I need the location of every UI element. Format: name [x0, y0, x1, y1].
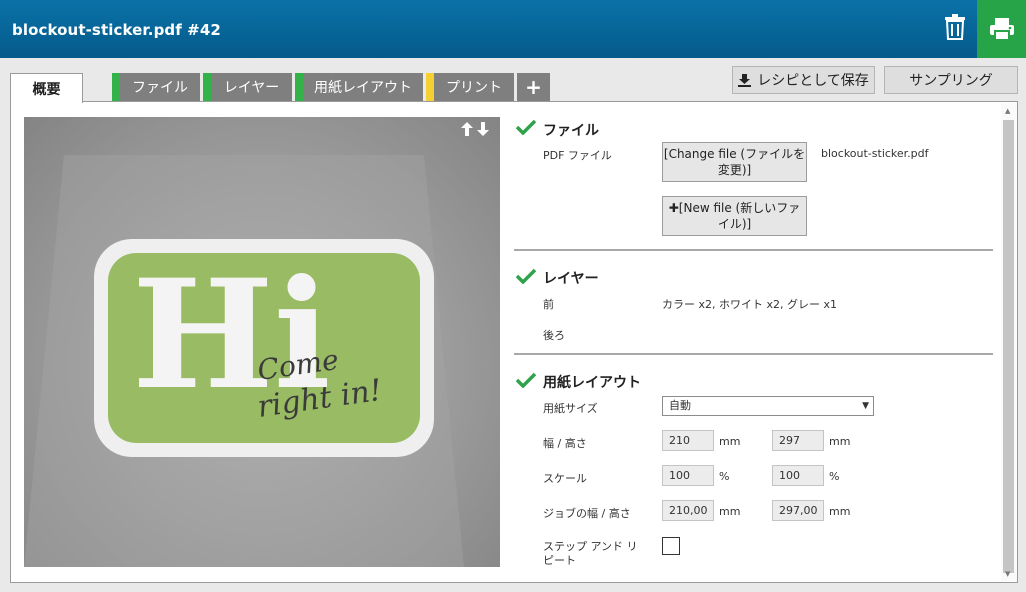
flip-side-button[interactable]	[461, 122, 493, 138]
front-layers-value: カラー x2, ホワイト x2, グレー x1	[662, 298, 838, 311]
pdf-file-label: PDF ファイル	[543, 149, 612, 162]
sampling-button[interactable]: サンプリング	[884, 66, 1018, 94]
file-section-title: ファイル	[543, 123, 599, 139]
up-down-arrows-icon	[461, 122, 489, 136]
new-file-button[interactable]: ✚[New file (新しいファイル)]	[662, 196, 807, 236]
save-as-recipe-button[interactable]: レシピとして保存	[732, 66, 875, 94]
width-height-label: 幅 / 高さ	[543, 437, 587, 450]
checkmark-icon	[516, 372, 536, 388]
unit-label: mm	[829, 505, 851, 518]
select-value: 自動	[669, 399, 691, 412]
button-label: サンプリング	[909, 73, 993, 89]
delete-button[interactable]	[938, 10, 972, 44]
button-label: レシピとして保存	[757, 73, 869, 89]
section-divider	[514, 353, 993, 355]
status-strip	[203, 73, 211, 101]
section-divider	[514, 249, 993, 251]
plus-icon: +	[525, 75, 542, 99]
unit-label: %	[829, 470, 840, 483]
width-input[interactable]: 210	[662, 430, 714, 451]
download-icon	[738, 73, 752, 87]
scrollbar[interactable]: ▲ ▼	[1001, 103, 1017, 581]
scroll-down-icon[interactable]: ▼	[1005, 570, 1010, 578]
unit-label: %	[719, 470, 730, 483]
change-file-button[interactable]: [Change file (ファイルを変更)]	[662, 142, 807, 182]
unit-label: mm	[719, 435, 741, 448]
chevron-down-icon: ▼	[862, 401, 869, 411]
tab-paper-layout[interactable]: 用紙レイアウト	[295, 73, 423, 101]
paper-size-select[interactable]: 自動 ▼	[662, 396, 874, 416]
scroll-up-icon[interactable]: ▲	[1005, 107, 1010, 115]
job-height-input[interactable]: 297,00	[772, 500, 824, 521]
step-repeat-checkbox[interactable]	[662, 537, 680, 555]
unit-label: mm	[829, 435, 851, 448]
add-tab-button[interactable]: +	[517, 73, 550, 101]
tab-overview[interactable]: 概要	[10, 73, 83, 103]
preview-image: Hi Come right in!	[24, 117, 500, 567]
tab-label: 用紙レイアウト	[314, 80, 412, 96]
tab-print[interactable]: プリント	[426, 73, 514, 101]
tab-layer[interactable]: レイヤー	[203, 73, 292, 101]
plus-icon: ✚	[668, 201, 679, 215]
tab-label: ファイル	[132, 80, 188, 96]
checkmark-icon	[516, 119, 536, 135]
app-header: blockout-sticker.pdf #42	[0, 0, 1026, 58]
status-strip	[295, 73, 303, 101]
step-repeat-label: ステップ アンド リピート	[543, 540, 638, 567]
tab-label: 概要	[32, 81, 61, 98]
layer-section-title: レイヤー	[543, 271, 599, 287]
file-name: blockout-sticker.pdf	[821, 147, 929, 160]
job-width-input[interactable]: 210,00	[662, 500, 714, 521]
scale-y-input[interactable]: 100	[772, 465, 824, 486]
job-size-label: ジョブの幅 / 高さ	[543, 507, 631, 520]
scale-label: スケール	[543, 472, 587, 485]
checkmark-icon	[516, 268, 536, 284]
scale-x-input[interactable]: 100	[662, 465, 714, 486]
page-title: blockout-sticker.pdf #42	[12, 21, 221, 39]
front-label: 前	[543, 298, 554, 311]
back-label: 後ろ	[543, 329, 565, 342]
trash-icon	[945, 14, 965, 40]
tab-file[interactable]: ファイル	[112, 73, 200, 101]
print-button[interactable]	[977, 0, 1026, 58]
button-label: [New file (新しいファイル)]	[678, 201, 801, 231]
tab-label: レイヤー	[223, 80, 280, 96]
unit-label: mm	[719, 505, 741, 518]
tab-label: プリント	[446, 80, 502, 96]
printer-icon	[989, 18, 1014, 41]
status-strip	[112, 73, 120, 101]
height-input[interactable]: 297	[772, 430, 824, 451]
paper-layout-section-title: 用紙レイアウト	[543, 375, 641, 391]
scrollbar-thumb[interactable]	[1003, 120, 1014, 573]
paper-size-label: 用紙サイズ	[543, 402, 598, 415]
status-strip	[426, 73, 434, 101]
